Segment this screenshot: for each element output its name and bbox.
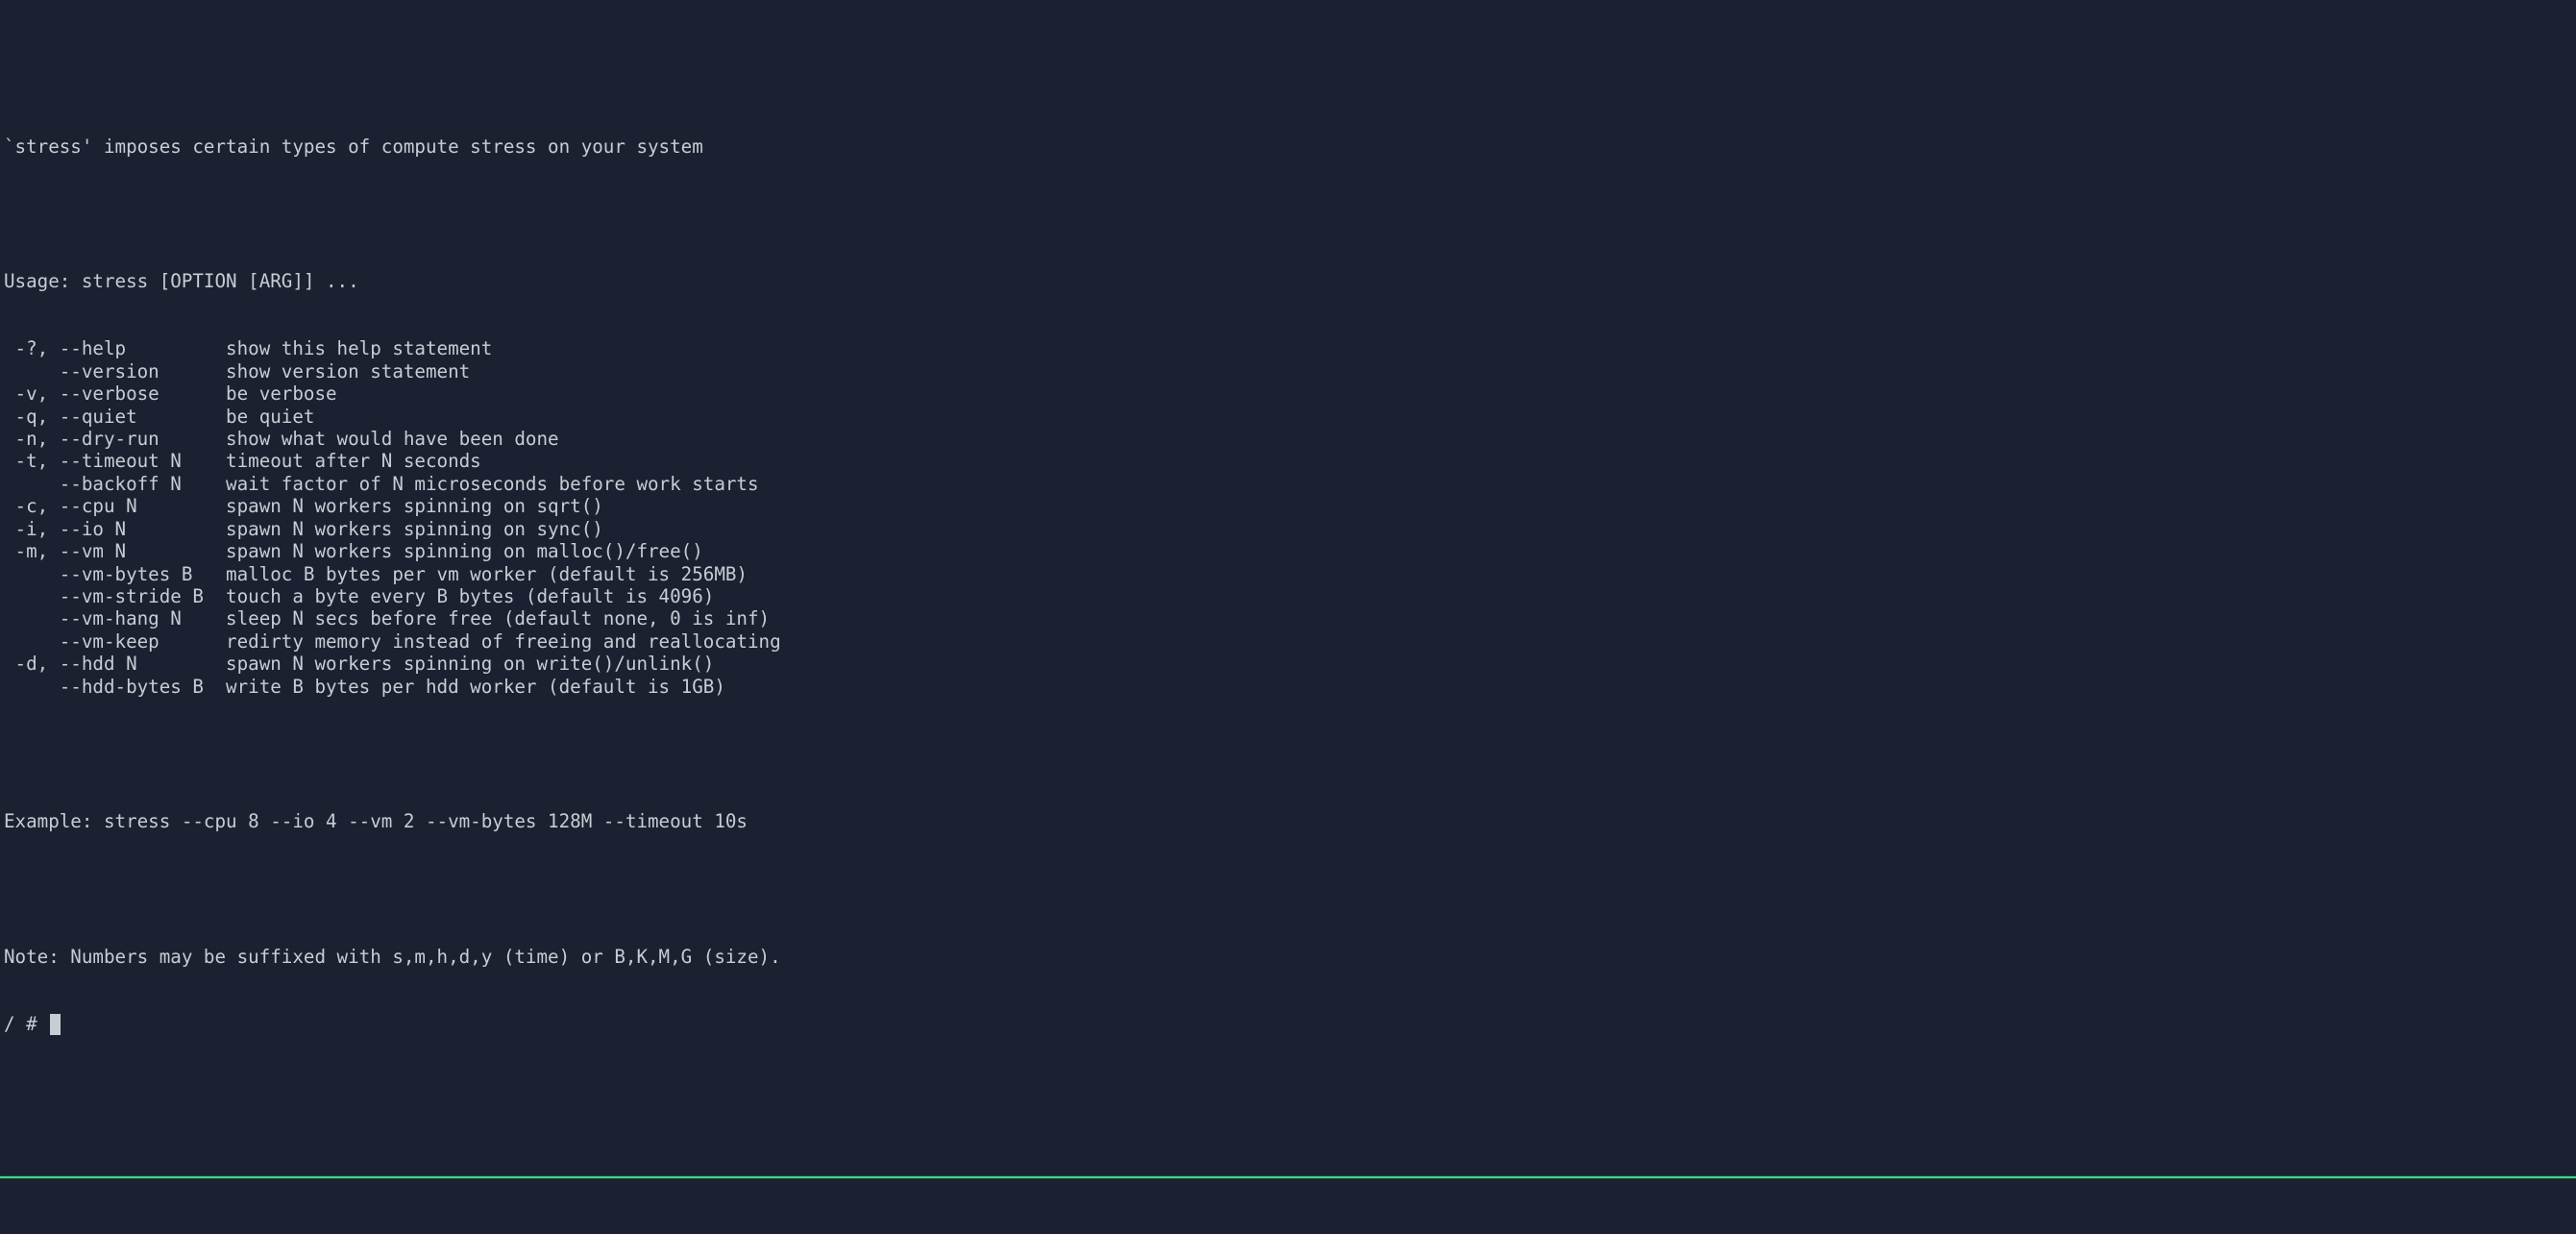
stress-usage: Usage: stress [OPTION [ARG]] ... [4, 270, 2576, 292]
blank-line [4, 877, 2576, 900]
stress-option: -t, --timeout N timeout after N seconds [4, 450, 2576, 472]
stress-option: --hdd-bytes B write B bytes per hdd work… [4, 676, 2576, 698]
stress-option: -?, --help show this help statement [4, 337, 2576, 359]
blank-line [4, 743, 2576, 765]
stress-note: Note: Numbers may be suffixed with s,m,h… [4, 946, 2576, 968]
stress-option: --version show version statement [4, 360, 2576, 383]
stress-option: --vm-keep redirty memory instead of free… [4, 630, 2576, 653]
stress-option: --vm-hang N sleep N secs before free (de… [4, 607, 2576, 629]
cursor-icon [50, 1014, 61, 1035]
stress-option: --vm-stride B touch a byte every B bytes… [4, 585, 2576, 607]
terminal-output-top: `stress' imposes certain types of comput… [0, 90, 2576, 1081]
stress-option: -m, --vm N spawn N workers spinning on m… [4, 540, 2576, 562]
stress-option: -i, --io N spawn N workers spinning on s… [4, 518, 2576, 540]
stress-option: -n, --dry-run show what would have been … [4, 428, 2576, 450]
stress-header: `stress' imposes certain types of comput… [4, 136, 2576, 158]
shell-prompt[interactable]: / # [4, 1013, 2576, 1035]
stress-option: -d, --hdd N spawn N workers spinning on … [4, 653, 2576, 675]
stress-example: Example: stress --cpu 8 --io 4 --vm 2 --… [4, 810, 2576, 832]
stress-option: -c, --cpu N spawn N workers spinning on … [4, 495, 2576, 517]
stress-option: -v, --verbose be verbose [4, 383, 2576, 405]
stress-option: --vm-bytes B malloc B bytes per vm worke… [4, 563, 2576, 585]
stress-option: --backoff N wait factor of N microsecond… [4, 473, 2576, 495]
stress-option: -q, --quiet be quiet [4, 406, 2576, 428]
blank-line [4, 203, 2576, 225]
pane-divider[interactable] [0, 1176, 2576, 1178]
